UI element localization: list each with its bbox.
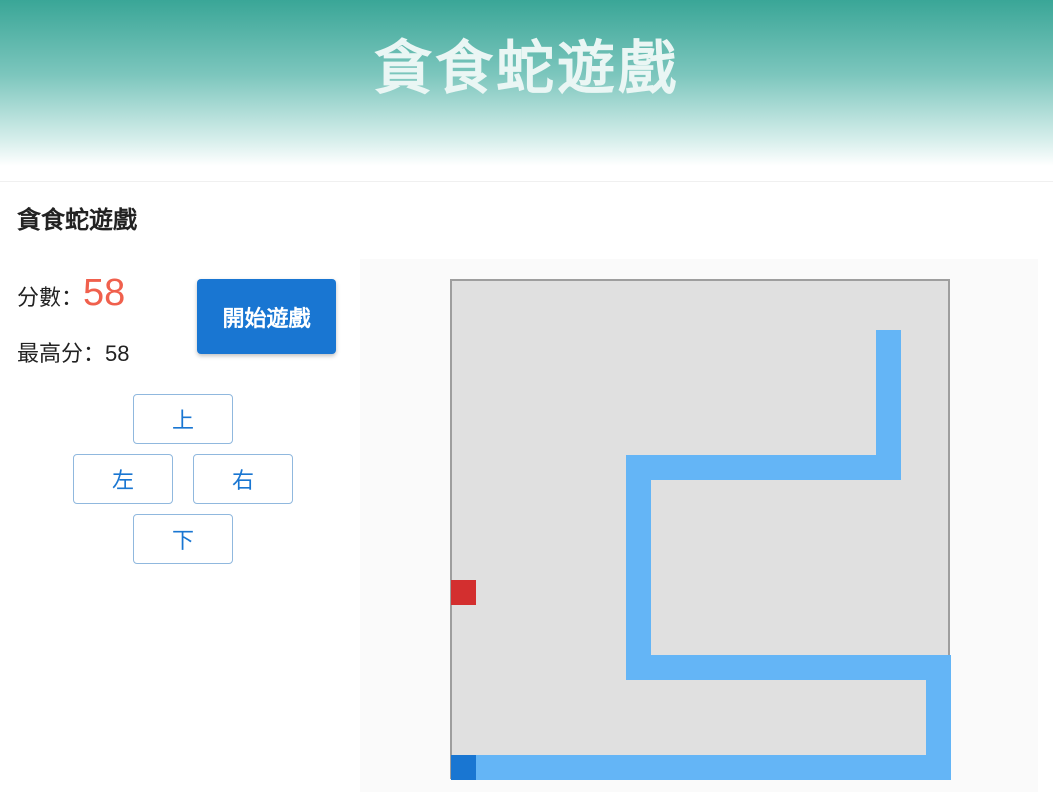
snake-segment [676, 755, 701, 780]
snake-segment [901, 655, 926, 680]
snake-segment [726, 455, 751, 480]
snake-segment [876, 355, 901, 380]
snake-segment [751, 655, 776, 680]
snake-segment [701, 755, 726, 780]
snake-segment [851, 455, 876, 480]
score-label: 分數： [17, 286, 84, 311]
snake-segment [726, 655, 751, 680]
snake-segment [876, 330, 901, 355]
snake-segment [926, 680, 951, 705]
snake-segment [501, 755, 526, 780]
snake-segment [776, 455, 801, 480]
snake-segment [876, 655, 901, 680]
down-button[interactable]: 下 [133, 514, 233, 564]
snake-segment [476, 755, 501, 780]
snake-segment [701, 455, 726, 480]
snake-segment [801, 755, 826, 780]
snake-segment [876, 755, 901, 780]
snake-segment [626, 655, 651, 680]
snake-segment [851, 755, 876, 780]
snake-segment [926, 730, 951, 755]
snake-segment [626, 530, 651, 555]
snake-segment [801, 455, 826, 480]
snake-segment [826, 455, 851, 480]
snake-segment [626, 505, 651, 530]
food [451, 580, 476, 605]
left-button[interactable]: 左 [73, 454, 173, 504]
best-score-display: 最高分： 58 [17, 336, 130, 368]
header-title: 貪食蛇遊戲 [373, 34, 679, 102]
right-button[interactable]: 右 [193, 454, 293, 504]
snake-segment [751, 755, 776, 780]
snake-segment [626, 480, 651, 505]
up-button[interactable]: 上 [133, 394, 233, 444]
snake-segment [826, 755, 851, 780]
snake-segment [626, 580, 651, 605]
snake-segment [776, 755, 801, 780]
snake-segment [676, 655, 701, 680]
snake-segment [826, 655, 851, 680]
snake-segment [626, 630, 651, 655]
snake-segment [926, 705, 951, 730]
page-header: 貪食蛇遊戲 [0, 0, 1053, 166]
snake-segment [651, 655, 676, 680]
snake-segment [676, 455, 701, 480]
section-title: 貪食蛇遊戲 [17, 206, 137, 234]
snake-segment [601, 755, 626, 780]
snake-segment [701, 655, 726, 680]
score-display: 分數： 58 [17, 272, 125, 316]
snake-segment [926, 655, 951, 680]
game-canvas [451, 330, 951, 780]
snake-segment [576, 755, 601, 780]
snake-segment [551, 755, 576, 780]
snake-segment [876, 430, 901, 455]
snake-segment [926, 755, 951, 780]
snake-segment [901, 755, 926, 780]
snake-head [451, 755, 476, 780]
snake-segment [751, 455, 776, 480]
header-divider [0, 181, 1053, 182]
snake-segment [726, 755, 751, 780]
best-score-label: 最高分： [17, 342, 106, 367]
snake-segment [851, 655, 876, 680]
snake-segment [626, 605, 651, 630]
snake-segment [526, 755, 551, 780]
game-board[interactable] [450, 279, 951, 780]
snake-segment [651, 755, 676, 780]
snake-segment [876, 455, 901, 480]
snake-segment [776, 655, 801, 680]
snake-segment [651, 455, 676, 480]
score-value: 58 [83, 272, 126, 314]
start-game-button[interactable]: 開始遊戲 [197, 279, 336, 354]
snake-segment [626, 455, 651, 480]
snake-segment [626, 555, 651, 580]
snake-segment [626, 755, 651, 780]
best-score-value: 58 [105, 341, 130, 366]
snake-segment [876, 380, 901, 405]
snake-segment [801, 655, 826, 680]
snake-segment [876, 405, 901, 430]
